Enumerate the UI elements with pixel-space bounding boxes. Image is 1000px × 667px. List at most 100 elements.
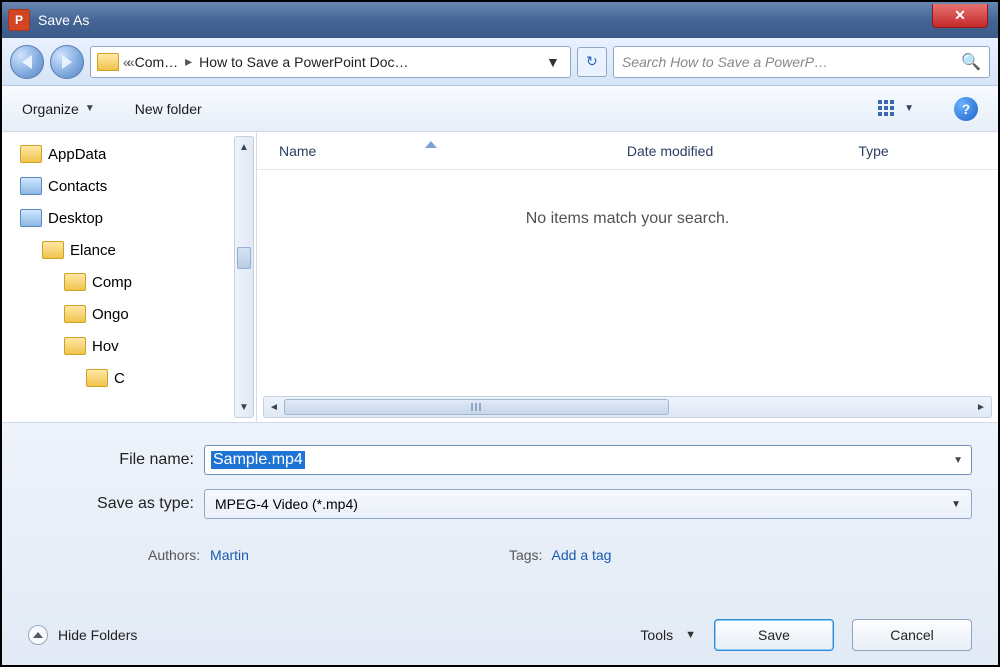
search-placeholder: Search How to Save a PowerP…: [622, 54, 828, 70]
organize-menu[interactable]: Organize ▼: [22, 101, 95, 117]
close-icon: ✕: [954, 7, 966, 24]
close-button[interactable]: ✕: [932, 4, 988, 28]
filename-label: File name:: [28, 451, 204, 469]
scroll-thumb[interactable]: [284, 399, 669, 415]
scroll-thumb[interactable]: [237, 247, 251, 269]
save-button[interactable]: Save: [714, 619, 834, 651]
tags-value[interactable]: Add a tag: [552, 547, 612, 563]
cancel-label: Cancel: [890, 627, 934, 643]
folder-icon: [20, 209, 42, 227]
folder-icon: [42, 241, 64, 259]
main-area: AppData Contacts Desktop Elance Comp Ongo Hov C…: [2, 132, 998, 422]
folder-icon: [64, 273, 86, 291]
cancel-button[interactable]: Cancel: [852, 619, 972, 651]
tree-item-label: C: [114, 370, 125, 387]
chevron-down-icon: ▼: [685, 629, 696, 641]
organize-label: Organize: [22, 101, 79, 117]
filename-input[interactable]: Sample.mp4 ▼: [204, 445, 972, 475]
folder-icon: [97, 53, 119, 71]
chevron-down-icon: ▼: [904, 103, 914, 114]
column-type[interactable]: Type: [836, 143, 998, 159]
chevron-down-icon: ▼: [85, 103, 95, 114]
empty-message: No items match your search.: [257, 170, 998, 396]
arrow-right-icon: [62, 55, 72, 69]
tree-item-label: Elance: [70, 242, 116, 259]
folder-icon: [20, 145, 42, 163]
window-title: Save As: [38, 12, 89, 28]
arrow-left-icon: [22, 55, 32, 69]
tree-item-label: Hov: [92, 338, 119, 355]
folder-tree: AppData Contacts Desktop Elance Comp Ongo Hov C…: [2, 132, 257, 422]
authors-value[interactable]: Martin: [210, 547, 249, 563]
tree-item[interactable]: Contacts: [2, 170, 256, 202]
navigation-bar: «« Com… ▸ How to Save a PowerPoint Doc… …: [2, 38, 998, 86]
forward-button[interactable]: [50, 45, 84, 79]
file-listing: Name Date modified Type No items match y…: [257, 132, 998, 422]
hide-folders-label: Hide Folders: [58, 627, 137, 643]
scroll-left-icon[interactable]: ◄: [264, 402, 284, 413]
breadcrumb-seg-2[interactable]: How to Save a PowerPoint Doc…: [199, 54, 408, 70]
authors-label: Authors:: [148, 547, 200, 563]
tree-item-label: Comp: [92, 274, 132, 291]
filename-value: Sample.mp4: [211, 451, 305, 469]
scroll-up-icon[interactable]: ▲: [235, 137, 253, 157]
tags-label: Tags:: [509, 547, 542, 563]
save-label: Save: [758, 627, 790, 643]
search-input[interactable]: Search How to Save a PowerP… 🔍: [613, 46, 990, 78]
tree-scrollbar[interactable]: ▲ ▼: [234, 136, 254, 418]
folder-icon: [64, 337, 86, 355]
scroll-down-icon[interactable]: ▼: [235, 397, 253, 417]
save-as-type-value: MPEG-4 Video (*.mp4): [215, 496, 358, 512]
list-header: Name Date modified Type: [257, 132, 998, 170]
column-name[interactable]: Name: [257, 143, 605, 159]
tree-item[interactable]: Comp: [2, 266, 256, 298]
tree-item-label: AppData: [48, 146, 106, 163]
breadcrumb-overflow-icon[interactable]: ««: [123, 54, 131, 70]
powerpoint-app-icon: P: [8, 9, 30, 31]
column-type-label: Type: [858, 143, 888, 159]
refresh-button[interactable]: ↻: [577, 47, 607, 77]
view-grid-icon: [878, 100, 898, 118]
title-bar: P Save As ✕: [2, 2, 998, 38]
column-date-modified[interactable]: Date modified: [605, 143, 836, 159]
sort-asc-icon: [425, 141, 437, 148]
tree-item[interactable]: Ongo: [2, 298, 256, 330]
tools-menu[interactable]: Tools ▼: [640, 627, 696, 643]
toolbar: Organize ▼ New folder ▼ ?: [2, 86, 998, 132]
column-name-label: Name: [279, 143, 316, 159]
new-folder-button[interactable]: New folder: [135, 101, 202, 117]
save-form: File name: Sample.mp4 ▼ Save as type: MP…: [2, 422, 998, 665]
tree-item-label: Desktop: [48, 210, 103, 227]
tools-label: Tools: [640, 627, 673, 643]
horizontal-scrollbar[interactable]: ◄ ►: [263, 396, 992, 418]
chevron-down-icon[interactable]: ▼: [953, 455, 963, 466]
back-button[interactable]: [10, 45, 44, 79]
refresh-icon: ↻: [586, 53, 598, 70]
chevron-down-icon[interactable]: ▼: [542, 54, 564, 70]
tree-item[interactable]: C: [2, 362, 256, 394]
folder-icon: [20, 177, 42, 195]
new-folder-label: New folder: [135, 101, 202, 117]
tree-item[interactable]: Elance: [2, 234, 256, 266]
breadcrumb-seg-1[interactable]: Com…: [135, 54, 179, 70]
help-icon: ?: [962, 101, 971, 117]
hide-folders-button[interactable]: Hide Folders: [28, 625, 137, 645]
tree-item-label: Ongo: [92, 306, 129, 323]
tree-item[interactable]: AppData: [2, 138, 256, 170]
folder-icon: [64, 305, 86, 323]
breadcrumb[interactable]: «« Com… ▸ How to Save a PowerPoint Doc… …: [90, 46, 571, 78]
column-date-label: Date modified: [627, 143, 713, 159]
chevron-right-icon: ▸: [182, 53, 195, 70]
save-as-type-select[interactable]: MPEG-4 Video (*.mp4) ▼: [204, 489, 972, 519]
chevron-down-icon[interactable]: ▼: [951, 499, 961, 510]
search-icon: 🔍: [961, 52, 981, 72]
save-as-type-label: Save as type:: [28, 495, 204, 513]
chevron-up-icon: [28, 625, 48, 645]
scroll-right-icon[interactable]: ►: [971, 402, 991, 413]
tree-item[interactable]: Hov: [2, 330, 256, 362]
view-options-button[interactable]: ▼: [878, 100, 914, 118]
tree-item-label: Contacts: [48, 178, 107, 195]
help-button[interactable]: ?: [954, 97, 978, 121]
tree-item[interactable]: Desktop: [2, 202, 256, 234]
folder-icon: [86, 369, 108, 387]
